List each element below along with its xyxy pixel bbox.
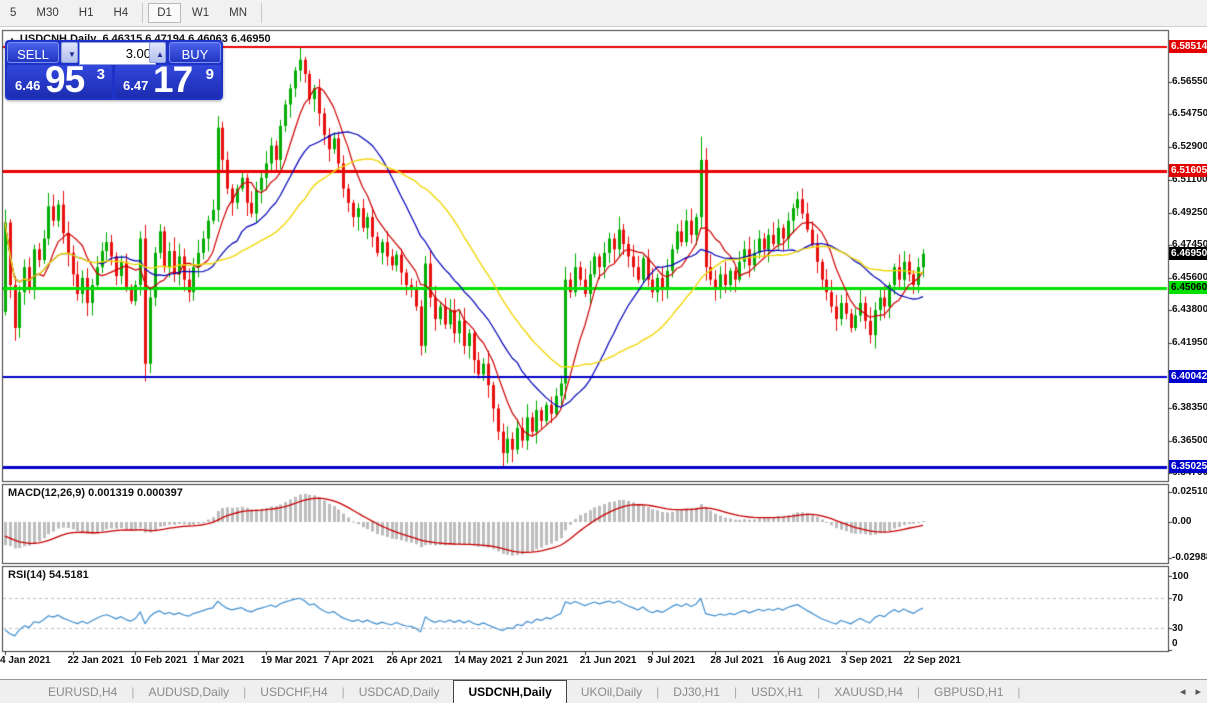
tab-usdcnh[interactable]: USDCNH,Daily [453, 680, 566, 703]
price-tick-label: 6.36500 [1172, 435, 1207, 446]
price-level-badge: 6.51605 [1169, 164, 1207, 177]
buy-price-pip-digit: 9 [206, 66, 214, 83]
sell-price-pip-digit: 3 [97, 66, 105, 83]
tab-separator: | [1017, 680, 1020, 703]
tab-eurusd[interactable]: EURUSD,H4 [34, 680, 131, 703]
price-tick-label: 6.49250 [1172, 207, 1207, 218]
toolbar-separator [261, 3, 262, 23]
price-level-badge: 6.58514 [1169, 40, 1207, 53]
sell-price-big-digits: 95 [45, 59, 84, 101]
rsi-tick-label: 0 [1172, 638, 1178, 649]
tab-dj30[interactable]: DJ30,H1 [659, 680, 734, 703]
price-tick-label: 6.41950 [1172, 337, 1207, 348]
date-tick-label: 19 Mar 2021 [261, 655, 318, 666]
date-tick-label: 3 Sep 2021 [841, 655, 893, 666]
date-tick-label: 26 Apr 2021 [387, 655, 443, 666]
timeframe-button-5[interactable]: 5 [1, 3, 25, 23]
price-level-badge: 6.46950 [1169, 247, 1207, 260]
tab-scroll-right-icon[interactable]: ▸ [1195, 685, 1201, 698]
timeframe-button-w1[interactable]: W1 [183, 3, 218, 23]
price-tick-label: 6.43800 [1172, 304, 1207, 315]
timeframe-button-h4[interactable]: H4 [104, 3, 137, 23]
sell-price-prefix: 6.46 [15, 78, 40, 93]
date-tick-label: 9 Jul 2021 [647, 655, 695, 666]
timeframe-button-mn[interactable]: MN [220, 3, 256, 23]
buy-price-tile[interactable]: 6.47 17 9 [115, 65, 221, 98]
date-tick-label: 28 Jul 2021 [710, 655, 763, 666]
tab-scroll-left-icon[interactable]: ◂ [1180, 685, 1186, 698]
timeframe-button-d1[interactable]: D1 [148, 3, 181, 23]
tab-usdcad[interactable]: USDCAD,Daily [345, 680, 454, 703]
rsi-indicator-label: RSI(14) 54.5181 [8, 569, 89, 581]
macd-tick-label: 0.00 [1172, 516, 1191, 527]
tab-gbpusd[interactable]: GBPUSD,H1 [920, 680, 1017, 703]
rsi-tick-label: 100 [1172, 571, 1189, 582]
rsi-tick-label: 30 [1172, 623, 1183, 634]
tab-audusd[interactable]: AUDUSD,Daily [134, 680, 243, 703]
date-tick-label: 22 Sep 2021 [904, 655, 961, 666]
price-tick-label: 6.54750 [1172, 108, 1207, 119]
buy-price-big-digits: 17 [153, 59, 192, 101]
timeframe-button-m30[interactable]: M30 [27, 3, 67, 23]
date-tick-label: 10 Feb 2021 [130, 655, 187, 666]
toolbar-separator [142, 3, 143, 23]
timeframe-toolbar: 5M30H1H4 D1W1MN [0, 0, 1207, 27]
one-click-trading-panel: SELL ▼ ▲ BUY 6.46 95 3 6.47 17 9 [5, 40, 223, 100]
date-tick-label: 22 Jan 2021 [68, 655, 124, 666]
trading-terminal-window: 5M30H1H4D1W1MN ▲USDCNH,Daily 6.46315 6.4… [0, 0, 1207, 703]
date-tick-label: 21 Jun 2021 [580, 655, 637, 666]
buy-price-prefix: 6.47 [123, 78, 148, 93]
price-level-badge: 6.35025 [1169, 460, 1207, 473]
macd-tick-label: 0.025108 [1172, 486, 1207, 497]
price-chart-canvas[interactable] [0, 0, 1207, 675]
price-level-badge: 6.45060 [1169, 281, 1207, 294]
date-tick-label: 1 Mar 2021 [193, 655, 244, 666]
date-tick-label: 7 Apr 2021 [324, 655, 374, 666]
macd-tick-label: -0.029881 [1172, 552, 1207, 563]
tab-usdx[interactable]: USDX,H1 [737, 680, 817, 703]
macd-indicator-label: MACD(12,26,9) 0.001319 0.000397 [8, 487, 183, 499]
date-tick-label: 4 Jan 2021 [0, 655, 51, 666]
price-tick-label: 6.52900 [1172, 141, 1207, 152]
date-tick-label: 16 Aug 2021 [773, 655, 831, 666]
price-tick-label: 6.38350 [1172, 402, 1207, 413]
volume-field[interactable] [79, 42, 156, 65]
chart-tab-bar: EURUSD,H4|AUDUSD,Daily|USDCHF,H4|USDCAD,… [0, 679, 1207, 703]
date-tick-label: 14 May 2021 [454, 655, 512, 666]
price-tick-label: 6.56550 [1172, 76, 1207, 87]
timeframe-button-h1[interactable]: H1 [70, 3, 103, 23]
tab-xauusd[interactable]: XAUUSD,H4 [820, 680, 917, 703]
tab-ukoil[interactable]: UKOil,Daily [567, 680, 656, 703]
price-level-badge: 6.40042 [1169, 370, 1207, 383]
tab-usdchf[interactable]: USDCHF,H4 [246, 680, 341, 703]
sell-price-tile[interactable]: 6.46 95 3 [7, 65, 112, 98]
date-tick-label: 2 Jun 2021 [517, 655, 568, 666]
rsi-tick-label: 70 [1172, 593, 1183, 604]
